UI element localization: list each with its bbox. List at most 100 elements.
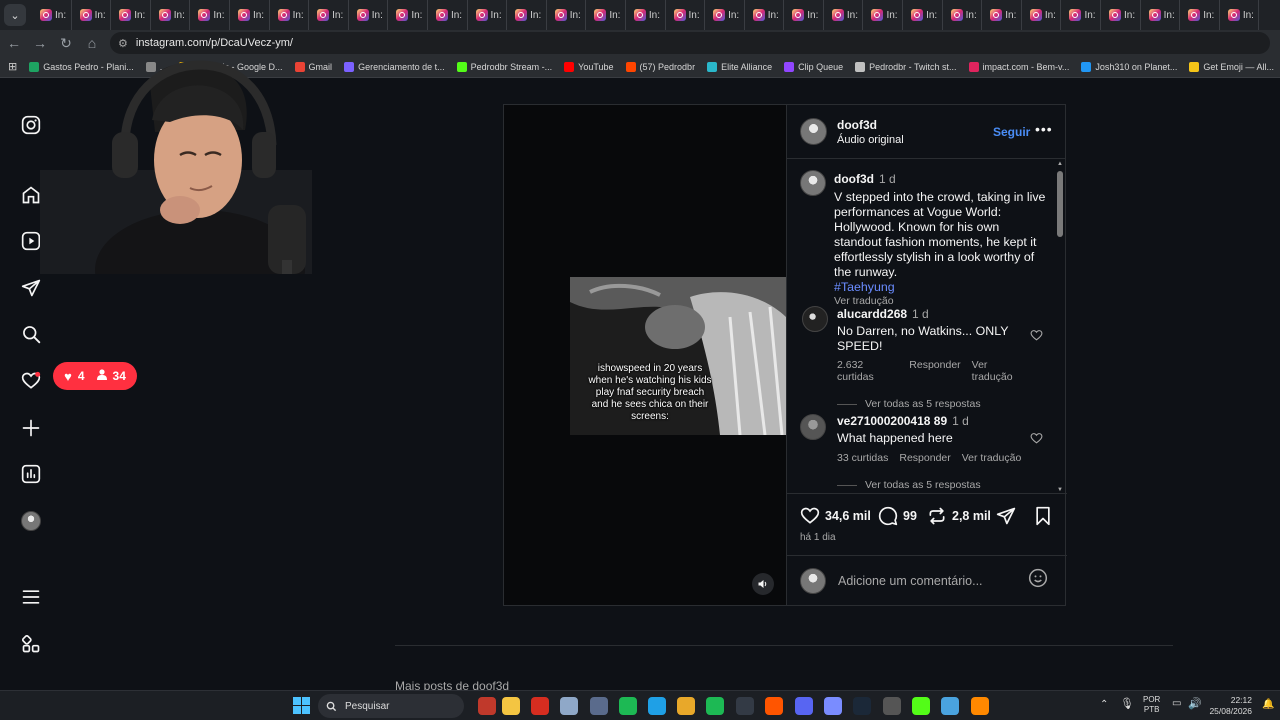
browser-tab[interactable]: In: xyxy=(745,0,785,30)
reload-icon[interactable]: ↻ xyxy=(54,31,78,55)
browser-tab[interactable]: In: xyxy=(270,0,310,30)
comment-avatar[interactable] xyxy=(800,414,826,440)
windows-start-icon[interactable] xyxy=(293,697,310,719)
follow-button[interactable]: Seguir xyxy=(993,125,1030,139)
spotify-icon[interactable] xyxy=(706,697,724,715)
bookmark-item[interactable]: Pedrodbr Stream -... xyxy=(456,61,552,72)
comment-translate[interactable]: Ver tradução xyxy=(962,452,1022,464)
browser-tab[interactable]: In: xyxy=(428,0,468,30)
comment-like-icon[interactable] xyxy=(1030,329,1043,347)
vlc-icon[interactable] xyxy=(971,697,989,715)
search-icon[interactable] xyxy=(18,321,44,347)
home-icon[interactable]: ⌂ xyxy=(80,31,104,55)
comment-translate[interactable]: Ver tradução xyxy=(972,359,1027,383)
browser-tab[interactable]: In: xyxy=(626,0,666,30)
browser-tab[interactable]: In: xyxy=(1101,0,1141,30)
browser-tab[interactable]: In: xyxy=(903,0,943,30)
network-icon[interactable]: ▭ xyxy=(1172,698,1181,709)
taskbar-search[interactable]: Pesquisar xyxy=(318,694,464,718)
bookmark-item[interactable]: Pedrodbr - Twitch st... xyxy=(855,61,957,72)
more-menu-icon[interactable] xyxy=(18,584,44,610)
bookmark-item[interactable]: YouTube xyxy=(564,61,614,72)
notification-center-icon[interactable]: 🔔 xyxy=(1262,699,1274,710)
view-replies-button[interactable]: Ver todas as 5 respostas xyxy=(865,398,981,410)
audio-label[interactable]: Áudio original xyxy=(837,134,904,146)
comment-reply-button[interactable]: Responder xyxy=(909,359,960,383)
browser-tab[interactable]: In: xyxy=(824,0,864,30)
browser-tab[interactable]: In: xyxy=(666,0,706,30)
share-icon[interactable] xyxy=(996,506,1016,531)
mute-toggle-icon[interactable] xyxy=(752,573,774,595)
app-icon[interactable] xyxy=(560,697,578,715)
direct-messages-icon[interactable] xyxy=(18,275,44,301)
browser-tab[interactable]: In: xyxy=(784,0,824,30)
browser-tab[interactable]: In: xyxy=(943,0,983,30)
view-replies-button[interactable]: Ver todas as 5 respostas xyxy=(865,479,981,491)
emoji-icon[interactable] xyxy=(1028,568,1048,593)
bookmark-item[interactable]: Elite Alliance xyxy=(707,61,772,72)
app-icon[interactable] xyxy=(590,697,608,715)
obs-icon[interactable] xyxy=(883,697,901,715)
author-username[interactable]: doof3d xyxy=(837,118,904,132)
browser-tab[interactable]: In: xyxy=(982,0,1022,30)
caption-avatar[interactable] xyxy=(800,170,826,196)
app-icon[interactable] xyxy=(619,697,637,715)
notifications-heart-icon[interactable] xyxy=(18,368,44,394)
browser-tab[interactable]: In: xyxy=(190,0,230,30)
comment-likes[interactable]: 2.632 curtidas xyxy=(837,359,898,383)
back-icon[interactable]: ← xyxy=(2,31,26,55)
app-icon[interactable] xyxy=(941,697,959,715)
more-options-icon[interactable]: ••• xyxy=(1035,121,1053,137)
browser-tab[interactable]: In: xyxy=(111,0,151,30)
browser-tab[interactable]: In: xyxy=(1022,0,1062,30)
caption-hashtag[interactable]: #Taehyung xyxy=(834,280,1050,295)
comment-username[interactable]: ve271000200418 89 xyxy=(837,414,947,428)
volume-icon[interactable]: 🔊 xyxy=(1188,697,1202,710)
save-bookmark-icon[interactable] xyxy=(1033,506,1053,531)
browser-tab[interactable]: In: xyxy=(586,0,626,30)
bookmark-item[interactable]: Get Emoji — All... xyxy=(1189,61,1274,72)
steam-icon[interactable] xyxy=(853,697,871,715)
file-explorer-icon[interactable] xyxy=(478,697,496,715)
like-button[interactable]: 34,6 mil xyxy=(800,506,871,526)
create-plus-icon[interactable] xyxy=(18,415,44,441)
browser-tab[interactable]: In: xyxy=(705,0,745,30)
profile-avatar[interactable] xyxy=(18,508,44,534)
filezilla-icon[interactable] xyxy=(531,697,549,715)
browser-tab[interactable]: In: xyxy=(32,0,72,30)
browser-tab[interactable]: In: xyxy=(349,0,389,30)
url-field[interactable]: ⚙ instagram.com/p/DcaUVecz-ym/ xyxy=(110,32,1270,54)
app-icon[interactable] xyxy=(824,697,842,715)
dashboard-icon[interactable] xyxy=(18,461,44,487)
chrome-icon[interactable] xyxy=(677,697,695,715)
mic-icon[interactable]: 🎙 xyxy=(1120,697,1134,710)
soundcloud-icon[interactable] xyxy=(765,697,783,715)
language-indicator[interactable]: POR PTB xyxy=(1143,695,1160,715)
repost-button[interactable]: 2,8 mil xyxy=(927,506,991,526)
bookmark-item[interactable]: Josh310 on Planet... xyxy=(1081,61,1177,72)
forward-icon[interactable]: → xyxy=(28,31,52,55)
bookmark-item[interactable]: Clip Queue xyxy=(784,61,843,72)
caption-username[interactable]: doof3d xyxy=(834,172,874,186)
bookmark-item[interactable]: Gerenciamento de t... xyxy=(344,61,445,72)
comment-like-icon[interactable] xyxy=(1030,432,1043,450)
browser-tab[interactable]: In: xyxy=(72,0,112,30)
edge-icon[interactable] xyxy=(648,697,666,715)
browser-tab[interactable]: In: xyxy=(1220,0,1260,30)
site-info-icon[interactable]: ⚙ xyxy=(118,37,128,50)
browser-tab[interactable]: In: xyxy=(151,0,191,30)
comments-scrollbar[interactable]: ▲ ▼ xyxy=(1056,159,1064,493)
browser-tab[interactable]: In: xyxy=(547,0,587,30)
author-avatar[interactable] xyxy=(800,118,827,145)
app-icon[interactable] xyxy=(736,697,754,715)
browser-tab[interactable]: In: xyxy=(1141,0,1181,30)
discord-icon[interactable] xyxy=(795,697,813,715)
folder-icon[interactable] xyxy=(502,697,520,715)
browser-tab[interactable]: In: xyxy=(388,0,428,30)
comment-input[interactable]: Adicione um comentário... xyxy=(838,574,1024,588)
apps-icon[interactable]: ⊞ xyxy=(8,60,17,73)
comment-likes[interactable]: 33 curtidas xyxy=(837,452,888,464)
clock[interactable]: 22:12 25/08/2026 xyxy=(1206,695,1252,717)
comment-button[interactable]: 99 xyxy=(878,506,917,526)
comment-username[interactable]: alucardd268 xyxy=(837,307,907,321)
